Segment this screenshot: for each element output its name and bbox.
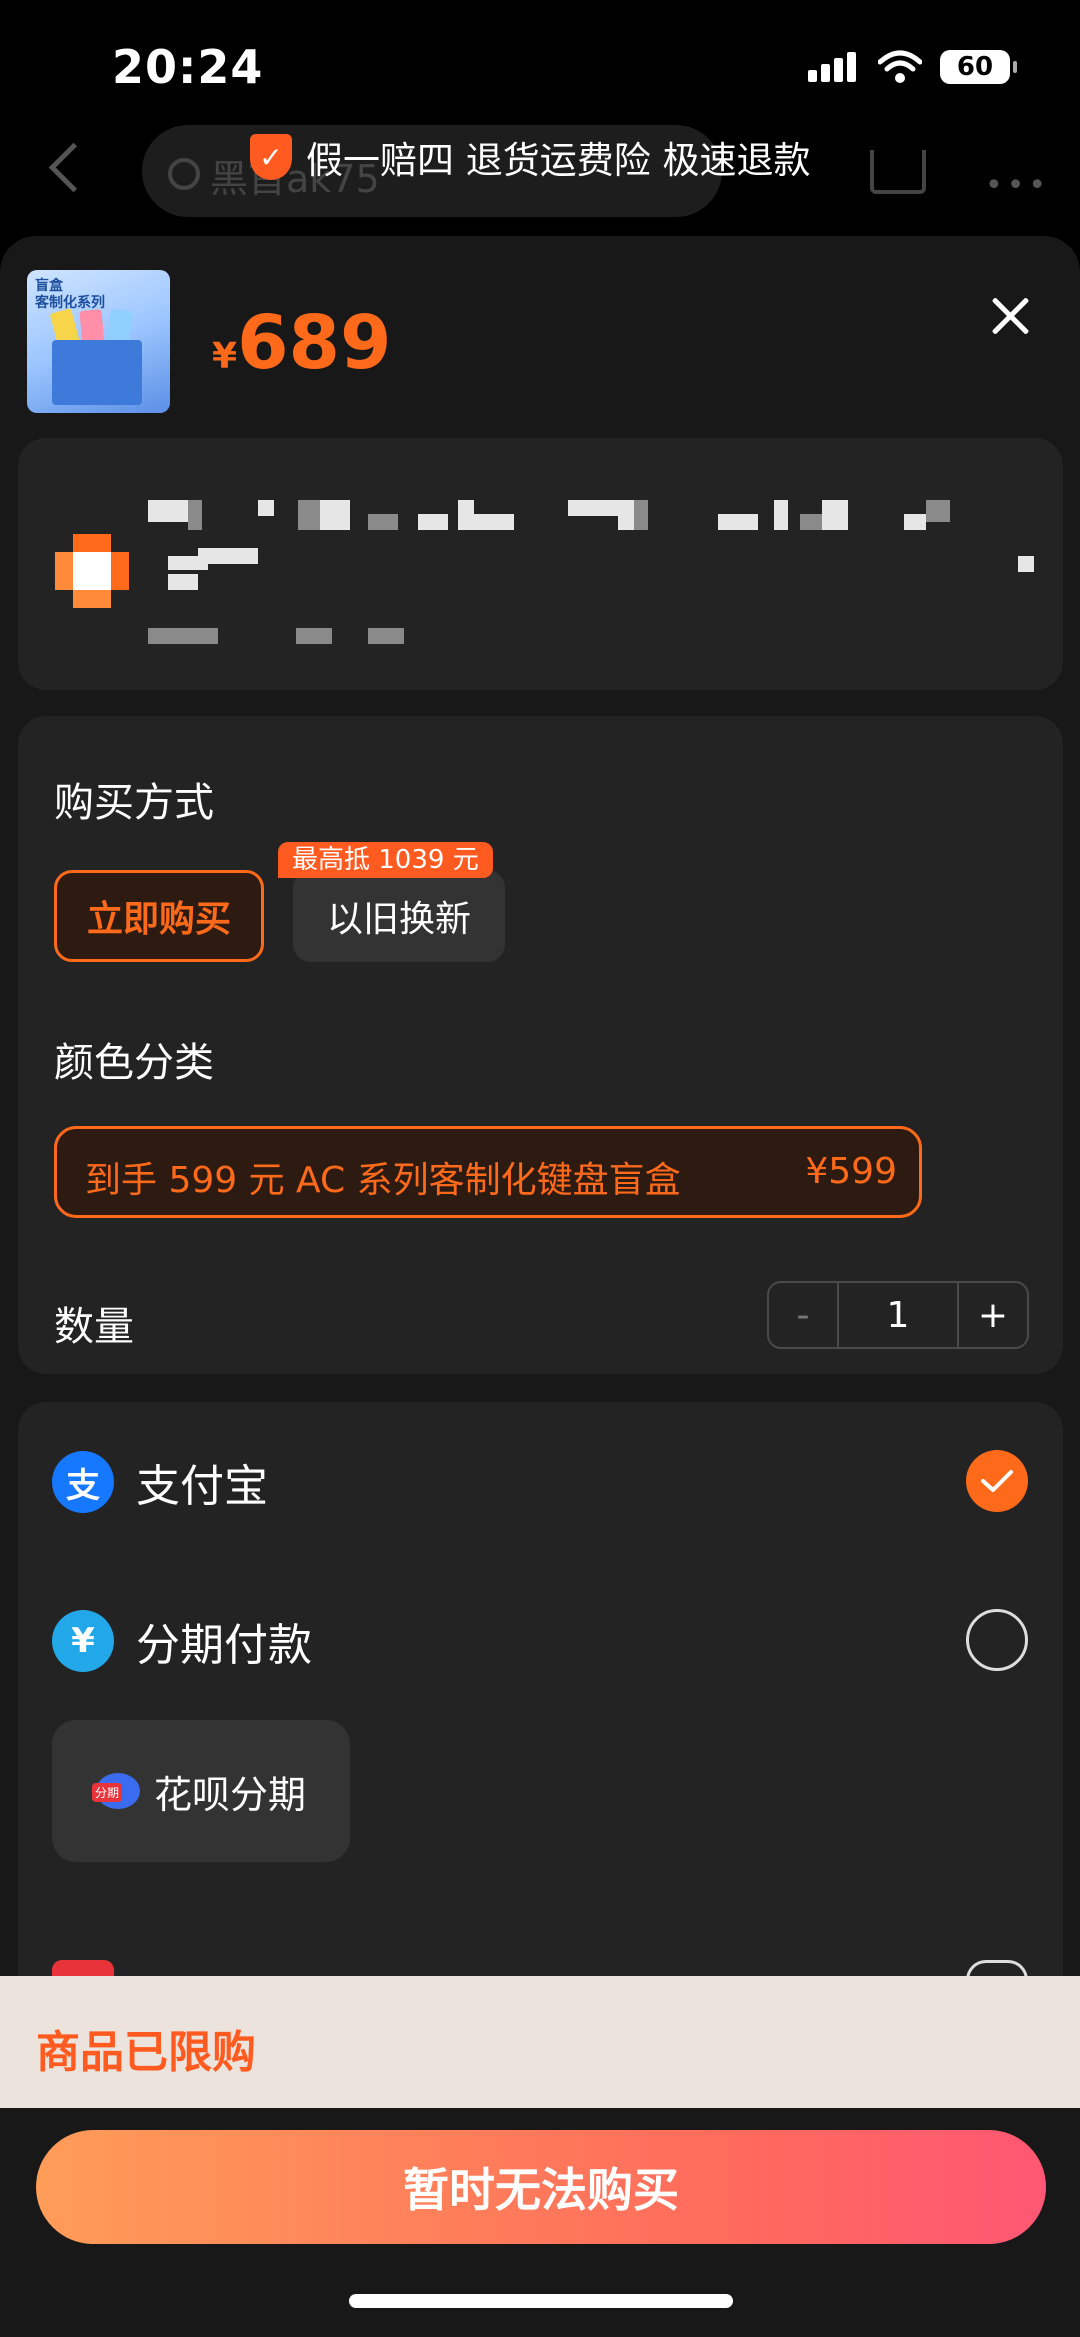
- search-icon: [168, 158, 200, 190]
- payment-installment-row[interactable]: ¥ 分期付款: [52, 1609, 312, 1673]
- address-card[interactable]: [18, 438, 1063, 690]
- alipay-icon: 支: [52, 1451, 114, 1513]
- payment-alipay-row[interactable]: 支 支付宝: [52, 1450, 268, 1514]
- buy-now-option[interactable]: 立即购买: [54, 870, 264, 962]
- unavailable-purchase-button[interactable]: 暂时无法购买: [36, 2130, 1046, 2244]
- price-value: 689: [237, 300, 392, 386]
- shield-check-icon: ✓: [250, 134, 292, 180]
- price-symbol: ¥: [212, 336, 238, 377]
- quantity-label: 数量: [54, 1304, 134, 1350]
- huabei-icon-badge: 分期: [91, 1783, 122, 1802]
- guarantee-text: 假一赔四 退货运费险 极速退款: [306, 139, 811, 182]
- purchase-limit-text: 商品已限购: [36, 2027, 256, 2078]
- huabei-installment-option[interactable]: 分期 花呗分期: [52, 1720, 350, 1862]
- alipay-radio-checked[interactable]: [966, 1450, 1028, 1512]
- quantity-increase-button[interactable]: +: [959, 1283, 1027, 1347]
- back-arrow-icon[interactable]: [48, 142, 99, 193]
- quantity-decrease-button[interactable]: -: [769, 1283, 839, 1347]
- close-icon[interactable]: [990, 296, 1030, 336]
- color-category-label: 颜色分类: [54, 1040, 214, 1086]
- variant-price: ¥599: [805, 1151, 897, 1192]
- huabei-label: 花呗分期: [153, 1772, 306, 1817]
- purchase-limit-banner: 商品已限购: [0, 1976, 1080, 2108]
- payment-alipay-label: 支付宝: [136, 1461, 268, 1512]
- product-price: ¥689: [212, 300, 392, 386]
- installment-icon: ¥: [52, 1610, 114, 1672]
- payment-installment-label: 分期付款: [136, 1620, 312, 1671]
- cart-icon[interactable]: [870, 150, 926, 194]
- status-icons: 60: [808, 50, 1017, 84]
- store-logo-icon: [55, 534, 129, 608]
- trade-in-badge: 最高抵 1039 元: [278, 842, 493, 878]
- trade-in-option[interactable]: 以旧换新: [293, 870, 505, 962]
- variant-option[interactable]: 到手 599 元 AC 系列客制化键盘盲盒 ¥599: [54, 1126, 922, 1218]
- wifi-icon: [878, 50, 922, 83]
- quantity-stepper: - 1 +: [767, 1281, 1029, 1349]
- product-thumbnail[interactable]: 盲盒 客制化系列: [27, 270, 170, 413]
- quantity-value[interactable]: 1: [839, 1283, 959, 1347]
- purchase-method-label: 购买方式: [54, 780, 214, 826]
- guarantee-banner: ✓ 假一赔四 退货运费险 极速退款: [250, 130, 811, 184]
- status-time: 20:24: [112, 40, 264, 94]
- home-indicator: [349, 2294, 733, 2308]
- signal-icon: [808, 52, 860, 82]
- installment-radio[interactable]: [966, 1609, 1028, 1671]
- huabei-icon: 分期: [91, 1773, 140, 1809]
- check-icon: [981, 1470, 1013, 1492]
- battery-icon: 60: [940, 50, 1017, 84]
- variant-name: 到手 599 元 AC 系列客制化键盘盲盒: [85, 1160, 681, 1201]
- more-icon[interactable]: •••: [985, 168, 1050, 203]
